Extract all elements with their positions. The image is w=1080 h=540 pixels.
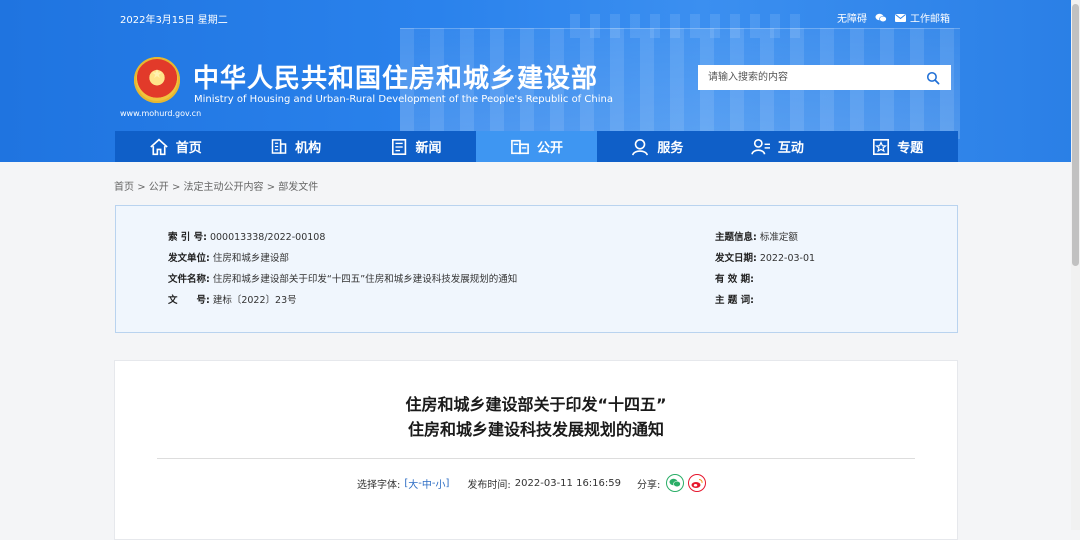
wechat-icon bbox=[875, 13, 887, 22]
search-input[interactable] bbox=[698, 66, 915, 89]
main-nav: 首页 机构 新闻 公开 服务 互动 专题 bbox=[115, 131, 958, 162]
service-icon bbox=[632, 138, 649, 155]
page-scrollbar[interactable] bbox=[1071, 0, 1080, 530]
nav-disclosure[interactable]: 公开 bbox=[476, 131, 597, 162]
nav-disclosure-label: 公开 bbox=[536, 141, 563, 156]
wechat-share-icon bbox=[669, 478, 682, 488]
meta-keywords-label: 主 题 词: bbox=[715, 295, 754, 306]
meta-validity-label: 有 效 期: bbox=[715, 274, 754, 285]
scrollbar-thumb[interactable] bbox=[1072, 4, 1079, 266]
search-button[interactable] bbox=[915, 65, 951, 90]
weibo-icon bbox=[691, 478, 703, 488]
share-label: 分享: bbox=[637, 479, 661, 491]
building-icon bbox=[271, 139, 287, 154]
article-title-line2: 住房和城乡建设科技发展规划的通知 bbox=[407, 420, 664, 439]
mail-icon bbox=[895, 13, 906, 22]
meta-issuer-label: 发文单位: bbox=[168, 253, 210, 264]
wechat-link[interactable] bbox=[875, 13, 887, 23]
article-info-bar: 选择字体: [ 大 - 中 - 小 ] 发布时间: 2022-03-11 16:… bbox=[357, 474, 707, 492]
meta-issuer: 发文单位: 住房和城乡建设部 bbox=[168, 250, 289, 264]
font-small-button[interactable]: 小 bbox=[436, 476, 446, 491]
nav-service-label: 服务 bbox=[657, 141, 684, 156]
document-metadata-panel: 索 引 号: 000013338/2022-00108 发文单位: 住房和城乡建… bbox=[115, 205, 958, 333]
work-mail-label: 工作邮箱 bbox=[910, 14, 950, 25]
font-bracket-close: ] bbox=[445, 477, 450, 489]
breadcrumb-disclosure[interactable]: 公开 bbox=[149, 182, 169, 193]
work-mail-link[interactable]: 工作邮箱 bbox=[895, 10, 950, 25]
disclosure-icon bbox=[511, 139, 529, 154]
meta-date-label: 发文日期: bbox=[715, 253, 757, 264]
search-box bbox=[698, 65, 951, 90]
nav-service[interactable]: 服务 bbox=[597, 131, 717, 162]
current-date: 2022年3月15日 星期二 bbox=[120, 15, 228, 26]
breadcrumb-separator: > bbox=[137, 182, 146, 193]
nav-interaction[interactable]: 互动 bbox=[717, 131, 837, 162]
article-divider bbox=[157, 458, 915, 459]
meta-docnumber-value: 建标〔2022〕23号 bbox=[212, 295, 297, 306]
publish-time-label: 发布时间: bbox=[467, 479, 511, 491]
search-icon bbox=[926, 71, 940, 84]
site-subtitle: Ministry of Housing and Urban-Rural Deve… bbox=[194, 94, 613, 105]
font-size-label: 选择字体: bbox=[357, 479, 401, 491]
nav-news[interactable]: 新闻 bbox=[356, 131, 476, 162]
national-emblem-icon[interactable] bbox=[134, 57, 180, 103]
site-url: www.mohurd.gov.cn bbox=[120, 109, 202, 118]
nav-home[interactable]: 首页 bbox=[115, 131, 235, 162]
nav-topics[interactable]: 专题 bbox=[838, 131, 958, 162]
breadcrumb: 首页 > 公开 > 法定主动公开内容 > 部发文件 bbox=[114, 178, 318, 193]
meta-date: 发文日期: 2022-03-01 bbox=[715, 250, 815, 264]
publish-time-value: 2022-03-11 16:16:59 bbox=[514, 477, 621, 489]
meta-index-value: 000013338/2022-00108 bbox=[209, 232, 326, 243]
nav-home-label: 首页 bbox=[175, 141, 202, 156]
nav-interaction-label: 互动 bbox=[777, 141, 804, 156]
breadcrumb-documents[interactable]: 部发文件 bbox=[278, 182, 318, 193]
meta-docnumber: 文 号: 建标〔2022〕23号 bbox=[168, 292, 297, 306]
meta-docnumber-label: 文 号: bbox=[168, 295, 210, 306]
article-title-line1: 住房和城乡建设部关于印发“十四五” bbox=[405, 395, 667, 414]
nav-organization-label: 机构 bbox=[295, 141, 322, 156]
share-weibo-button[interactable] bbox=[688, 474, 707, 492]
meta-filename-value: 住房和城乡建设部关于印发“十四五”住房和城乡建设科技发展规划的通知 bbox=[212, 274, 518, 285]
topic-icon bbox=[873, 138, 890, 155]
meta-date-value: 2022-03-01 bbox=[759, 253, 816, 264]
site-title[interactable]: 中华人民共和国住房和城乡建设部 bbox=[193, 58, 598, 95]
breadcrumb-separator: > bbox=[266, 182, 276, 193]
breadcrumb-separator: > bbox=[171, 182, 181, 193]
site-header: 2022年3月15日 星期二 无障碍 工作邮箱 中华人民共和国住房和城乡建设部 … bbox=[0, 0, 1080, 162]
breadcrumb-statutory[interactable]: 法定主动公开内容 bbox=[184, 182, 264, 193]
header-building-top bbox=[570, 14, 800, 38]
meta-validity: 有 效 期: bbox=[715, 271, 754, 285]
breadcrumb-home[interactable]: 首页 bbox=[114, 182, 134, 193]
meta-index-label: 索 引 号: bbox=[168, 232, 207, 243]
topbar-links: 无障碍 工作邮箱 bbox=[837, 10, 950, 25]
news-icon bbox=[391, 138, 406, 155]
font-large-button[interactable]: 大 bbox=[408, 476, 418, 491]
nav-topics-label: 专题 bbox=[897, 141, 924, 156]
meta-subject: 主题信息: 标准定额 bbox=[715, 229, 798, 243]
nav-news-label: 新闻 bbox=[415, 141, 442, 156]
meta-filename-label: 文件名称: bbox=[168, 274, 210, 285]
share-wechat-button[interactable] bbox=[666, 474, 685, 492]
meta-subject-label: 主题信息: bbox=[715, 232, 757, 243]
article-panel: 住房和城乡建设部关于印发“十四五” 住房和城乡建设科技发展规划的通知 选择字体:… bbox=[114, 360, 958, 540]
meta-keywords: 主 题 词: bbox=[715, 292, 754, 306]
font-medium-button[interactable]: 中 bbox=[422, 476, 432, 491]
interact-icon bbox=[751, 138, 770, 155]
meta-subject-value: 标准定额 bbox=[759, 232, 798, 243]
home-icon bbox=[149, 138, 168, 155]
meta-index: 索 引 号: 000013338/2022-00108 bbox=[168, 229, 325, 243]
meta-issuer-value: 住房和城乡建设部 bbox=[212, 253, 289, 264]
accessibility-link[interactable]: 无障碍 bbox=[837, 10, 867, 25]
nav-organization[interactable]: 机构 bbox=[235, 131, 355, 162]
meta-filename: 文件名称: 住房和城乡建设部关于印发“十四五”住房和城乡建设科技发展规划的通知 bbox=[168, 271, 517, 285]
